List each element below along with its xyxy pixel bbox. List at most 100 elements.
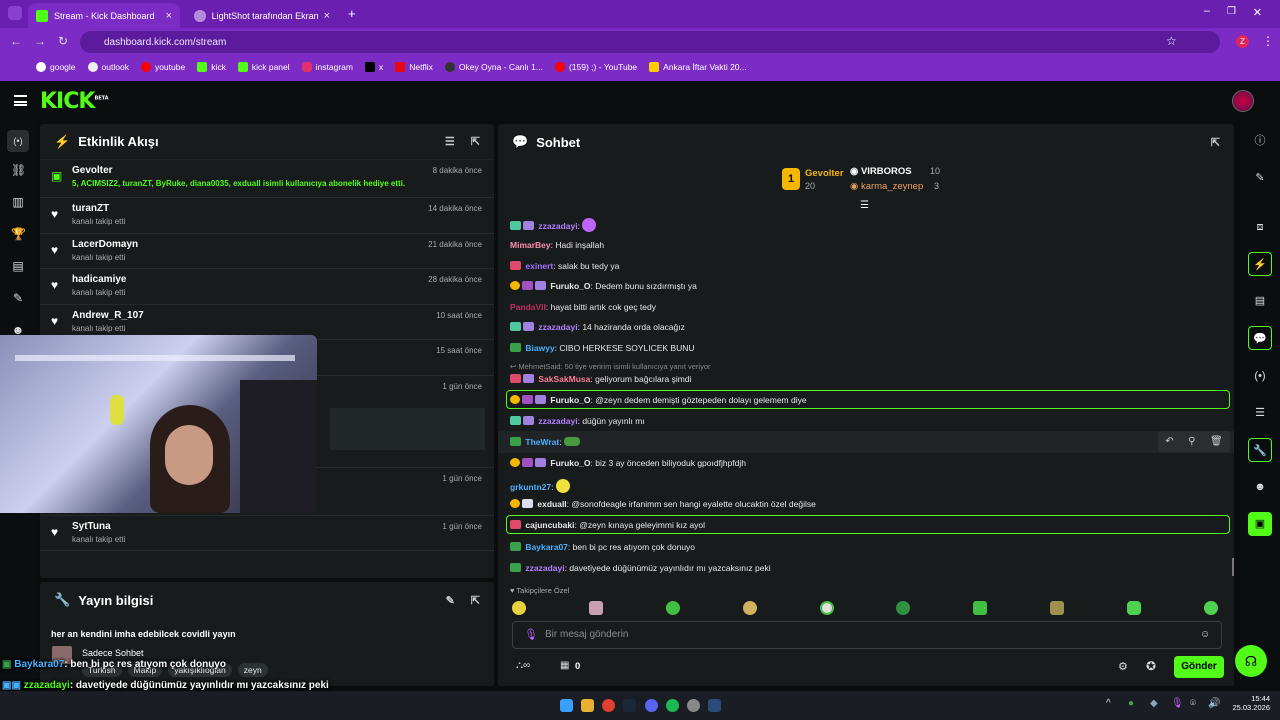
- notes-icon[interactable]: ▤: [1248, 289, 1272, 313]
- trash-icon[interactable]: 🗑: [1210, 436, 1223, 447]
- leader-name[interactable]: ◉ karma_zeynep: [850, 181, 923, 192]
- volume-icon[interactable]: 🔊: [1208, 698, 1220, 709]
- support-icon[interactable]: ☊: [1235, 645, 1267, 677]
- activity-toggle-icon[interactable]: ⚡: [1248, 252, 1272, 276]
- video-icon[interactable]: ▤: [11, 259, 25, 273]
- bot-icon[interactable]: ✪: [1146, 659, 1156, 673]
- popout-icon[interactable]: ⇱: [471, 135, 480, 148]
- analytics-icon[interactable]: ▥: [11, 195, 25, 209]
- close-icon[interactable]: ×: [166, 10, 172, 22]
- wrench-toggle-icon[interactable]: 🔧: [1248, 438, 1272, 462]
- close-icon[interactable]: ×: [324, 10, 330, 22]
- network-icon[interactable]: ⌾: [1190, 698, 1196, 709]
- layers-icon[interactable]: ☰: [1248, 401, 1272, 425]
- file-explorer-icon[interactable]: [581, 699, 594, 712]
- bookmark-star-icon[interactable]: ☆: [1166, 34, 1177, 48]
- activity-item: ♥ hadicamiye kanalı takip etti 28 dakika…: [40, 269, 494, 305]
- chat-scrollbar[interactable]: [1232, 558, 1234, 576]
- url-field[interactable]: dashboard.kick.com/stream: [80, 31, 1220, 53]
- popout-icon[interactable]: ⇱: [1211, 136, 1220, 149]
- emote[interactable]: [1203, 601, 1218, 615]
- obs-icon[interactable]: [687, 699, 700, 712]
- kick-header: KICKBETA: [0, 81, 1280, 121]
- leader-name[interactable]: ◉ VIRBOROS: [850, 166, 912, 177]
- bookmark-x[interactable]: x: [364, 62, 383, 72]
- emote[interactable]: [1127, 601, 1141, 615]
- edit-icon[interactable]: ✎: [446, 594, 455, 607]
- tab-kick-dashboard[interactable]: Stream - Kick Dashboard ×: [28, 3, 180, 28]
- user-avatar[interactable]: [1232, 90, 1254, 112]
- popout-icon[interactable]: ⇱: [471, 594, 480, 607]
- profile-icon[interactable]: Z: [1236, 35, 1249, 48]
- gift-box-icon[interactable]: ▦: [560, 660, 569, 671]
- tab-lightshot[interactable]: LightShot tarafından Ekran Gör... ×: [186, 3, 338, 28]
- wrench-icon[interactable]: ✎: [11, 291, 25, 305]
- spotify-icon[interactable]: [666, 699, 679, 712]
- bookmark-kick-panel[interactable]: kick panel: [237, 62, 290, 72]
- tray-steam-icon[interactable]: ◆: [1150, 698, 1158, 709]
- edit-icon[interactable]: ✎: [1248, 166, 1272, 190]
- bookmark-iftar[interactable]: Ankara İftar Vakti 20...: [649, 62, 747, 72]
- tag[interactable]: zeyn: [237, 663, 268, 677]
- trophy-icon[interactable]: 🏆: [11, 227, 26, 241]
- link-icon[interactable]: ⛓: [11, 163, 26, 177]
- emote[interactable]: [588, 601, 603, 615]
- users-icon[interactable]: ☻: [1248, 475, 1272, 499]
- emote[interactable]: [742, 601, 757, 615]
- bookmark-youtube[interactable]: youtube: [140, 62, 185, 72]
- tray-chevron-icon[interactable]: ^: [1106, 698, 1111, 709]
- chat-toggle-icon[interactable]: 💬: [1248, 326, 1272, 350]
- emote[interactable]: [819, 601, 834, 615]
- hamburger-menu-icon[interactable]: [14, 95, 27, 106]
- clip-icon[interactable]: ⧈: [1248, 215, 1272, 239]
- tab-search-icon[interactable]: [8, 6, 22, 20]
- emote[interactable]: [896, 601, 911, 615]
- tray-icon[interactable]: ●: [1128, 698, 1134, 709]
- app-icon[interactable]: ▣: [1248, 512, 1272, 536]
- bookmark-netflix[interactable]: Netflix: [395, 62, 433, 72]
- bookmark-kick[interactable]: kick: [197, 62, 226, 72]
- steam-icon-2[interactable]: [708, 699, 721, 712]
- send-button[interactable]: Gönder: [1174, 656, 1224, 678]
- broadcast-icon[interactable]: (•): [1248, 364, 1272, 388]
- steam-icon[interactable]: [623, 699, 636, 712]
- microphone-icon[interactable]: 🎙: [524, 628, 538, 641]
- points-infinite-icon[interactable]: ⛬∞: [516, 660, 530, 671]
- reply-icon[interactable]: ↶: [1165, 436, 1173, 447]
- bookmark-instagram[interactable]: instagram: [301, 62, 353, 72]
- bookmark-google[interactable]: google: [36, 62, 76, 72]
- pin-icon[interactable]: ⚲: [1188, 436, 1195, 447]
- chat-input[interactable]: Bir mesaj gönderin: [512, 621, 1222, 649]
- overlay-chat-line: ▣ Baykara07: ben bi pc res atıyom çok do…: [2, 659, 226, 670]
- chat-settings-icon[interactable]: ⚙: [1118, 660, 1128, 673]
- menu-icon[interactable]: ⋮: [1262, 34, 1274, 48]
- leader-name[interactable]: Gevolter: [805, 168, 844, 179]
- activity-item: ♥ SytTuna kanalı takip etti 1 gün önce: [40, 516, 494, 551]
- emoji-icon[interactable]: ☺: [1200, 629, 1210, 640]
- clock[interactable]: 15:44 25.03.2026: [1228, 694, 1270, 712]
- emote[interactable]: [512, 601, 526, 615]
- bookmark-youtube-2[interactable]: (159) ;) - YouTube: [554, 62, 637, 72]
- stream-icon[interactable]: (•): [7, 130, 29, 152]
- chrome-icon[interactable]: [602, 699, 615, 712]
- reload-icon[interactable]: ↻: [58, 34, 68, 48]
- expand-leaderboard-icon[interactable]: ☰: [860, 200, 869, 211]
- new-tab-icon[interactable]: +: [348, 6, 356, 21]
- kick-logo[interactable]: KICKBETA: [40, 89, 109, 114]
- heart-icon: ♥: [51, 313, 59, 328]
- window-minimize-icon[interactable]: –: [1204, 5, 1210, 17]
- emote[interactable]: [1050, 601, 1065, 615]
- emote[interactable]: [973, 601, 988, 615]
- window-maximize-icon[interactable]: ❐: [1227, 6, 1236, 17]
- filter-icon[interactable]: ☰: [445, 135, 455, 148]
- forward-icon[interactable]: →: [34, 34, 46, 48]
- info-icon[interactable]: ⓘ: [1248, 129, 1272, 153]
- emote[interactable]: [665, 601, 680, 615]
- start-icon[interactable]: [560, 699, 573, 712]
- back-icon[interactable]: ←: [10, 34, 22, 48]
- window-close-icon[interactable]: ✕: [1253, 6, 1262, 19]
- mic-tray-icon[interactable]: 🎙: [1171, 698, 1184, 709]
- bookmark-okey[interactable]: Okey Oyna - Canlı 1...: [444, 62, 543, 72]
- bookmark-outlook[interactable]: outlook: [87, 62, 129, 72]
- discord-icon[interactable]: [645, 699, 658, 712]
